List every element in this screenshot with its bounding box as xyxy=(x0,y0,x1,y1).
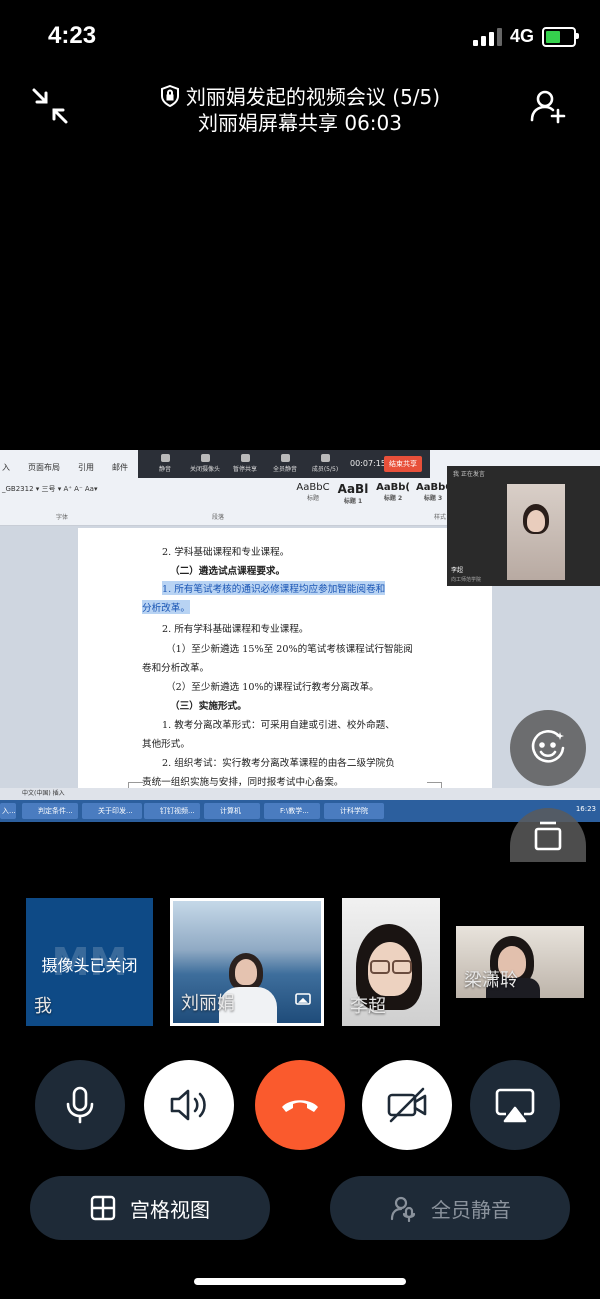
mic-button[interactable] xyxy=(35,1060,125,1150)
share-toolbar-item: 暂停共享 xyxy=(230,454,260,473)
style-item: AaBbC 标题 xyxy=(296,482,330,502)
home-indicator[interactable] xyxy=(194,1278,406,1285)
taskbar-item: 计科学院 xyxy=(324,803,384,819)
ribbon-tab: 入 xyxy=(2,463,10,472)
speaker-icon xyxy=(170,1089,206,1121)
doc-line: 卷和分析改革。 xyxy=(142,663,210,674)
participant-name: 我 xyxy=(34,996,52,1017)
smile-icon xyxy=(531,730,565,763)
doc-line: 其他形式。 xyxy=(142,739,190,750)
stop-share-button: 结束共享 xyxy=(384,456,422,472)
share-toolbar-item: 关闭摄像头 xyxy=(190,454,220,473)
airplay-icon xyxy=(495,1088,535,1123)
doc-line: 1. 所有笔试考核的通识必修课程均应参加智能阅卷和 xyxy=(162,581,386,595)
taskbar-item: 判定条件... xyxy=(22,803,78,819)
doc-line: 2. 组织考试：实行教考分离改革课程的由各二级学院负 xyxy=(162,758,395,769)
pip-name: 李超 xyxy=(451,567,464,574)
ribbon-tab: 引用 xyxy=(78,463,94,472)
hangup-icon xyxy=(282,1100,318,1112)
doc-line: （三）实施形式。 xyxy=(170,701,247,712)
participant-tile-liang[interactable]: 梁潇聆 xyxy=(456,926,584,998)
share-status: 刘丽娟屏幕共享 06:03 xyxy=(198,111,402,135)
doc-line: 2. 所有学科基础课程和专业课程。 xyxy=(162,624,309,635)
signal-icon xyxy=(472,27,502,46)
taskbar-clock: 16:23 xyxy=(575,805,596,813)
add-member-icon[interactable] xyxy=(528,86,568,126)
group-label: 段落 xyxy=(212,514,225,521)
grid-view-button[interactable]: 宫格视图 xyxy=(30,1176,270,1240)
share-toolbar-item: 静音 xyxy=(150,454,180,473)
status-bar: 4:23 4G xyxy=(0,0,600,70)
grid-view-label: 宫格视图 xyxy=(130,1197,210,1222)
camera-off-button[interactable] xyxy=(362,1060,452,1150)
grid-icon xyxy=(90,1195,116,1221)
meeting-title-text: 刘丽娟发起的视频会议 (5/5) xyxy=(185,85,441,109)
participant-tile-li[interactable]: 李超 xyxy=(342,898,440,1026)
doc-line: （二）遴选试点课程要求。 xyxy=(170,566,286,577)
pip-video xyxy=(507,484,565,580)
battery-icon xyxy=(542,26,579,47)
taskbar-item: 关于印发... xyxy=(82,803,142,819)
meeting-share-toolbar: 静音 关闭摄像头 暂停共享 全员静音 成员(5/5) 00:07:15 结束共享 xyxy=(138,450,430,478)
share-timer: 00:07:15 xyxy=(350,459,386,468)
emoji-reaction-button[interactable] xyxy=(510,710,586,786)
style-item: AaBb(标题 2 xyxy=(376,482,410,502)
taskbar-item: F:\教学... xyxy=(264,803,320,819)
hangup-button[interactable] xyxy=(255,1060,345,1150)
shield-lock-icon xyxy=(160,84,180,113)
doc-line: 2. 学科基础课程和专业课程。 xyxy=(162,547,290,558)
taskbar-item: 计算机 xyxy=(204,803,260,819)
style-item: AaBbC 标题 3 xyxy=(416,482,453,502)
doc-line: 1. 教考分离改革形式：可采用自建或引进、校外命题、 xyxy=(162,720,395,731)
participant-name: 李超 xyxy=(350,996,386,1017)
pip-org: 向工师范学院 xyxy=(451,577,482,583)
ribbon-tab: 邮件 xyxy=(112,463,128,472)
ribbon-tab: 页面布局 xyxy=(28,463,60,472)
shared-screen[interactable]: 入 页面布局 引用 邮件 审阅 静音 关闭摄像头 暂停共享 全员静音 成员(5/… xyxy=(0,450,600,822)
speaker-button[interactable] xyxy=(144,1060,234,1150)
doc-line: 责统一组织实施与安排，同时报考试中心备案。 xyxy=(142,777,344,788)
network-type: 4G xyxy=(509,26,534,46)
style-item: AaBl 标题 1 xyxy=(337,482,369,505)
style-gallery: AaBbC 标题 AaBl 标题 1 AaBb(标题 2 AaBbC 标题 3 xyxy=(296,482,453,505)
pip-bar: 我 正在发言 xyxy=(453,471,485,478)
screen-share-button[interactable] xyxy=(470,1060,560,1150)
participant-name: 梁潇聆 xyxy=(464,970,518,991)
document-page: 2. 学科基础课程和专业课程。 （二）遴选试点课程要求。 1. 所有笔试考核的通… xyxy=(78,528,492,797)
group-label: 字体 xyxy=(56,514,69,521)
taskbar-item: 入... xyxy=(0,803,16,819)
participant-name: 刘丽娟 xyxy=(181,993,235,1014)
windows-taskbar: 入... 判定条件... 关于印发... 钉钉视频... 计算机 F:\教学..… xyxy=(0,800,600,822)
participant-tile-liu[interactable]: 刘丽娟 xyxy=(170,898,324,1026)
word-status-line: 中文(中国) 插入 xyxy=(0,788,600,800)
doc-line: （2）至少新遴选 10%的课程试行教考分离改革。 xyxy=(166,682,379,693)
share-toolbar-item: 全员静音 xyxy=(270,454,300,473)
group-label: 样式 xyxy=(434,514,447,521)
status-time: 4:23 xyxy=(48,22,97,49)
mute-all-button[interactable]: 全员静音 xyxy=(330,1176,570,1240)
speaker-pip: 我 正在发言 李超 向工师范学院 xyxy=(447,466,600,586)
camera-off-icon xyxy=(387,1087,427,1123)
participant-tile-me[interactable]: MM 摄像头已关闭 我 xyxy=(26,898,153,1026)
share-toolbar-item: 成员(5/5) xyxy=(310,454,340,473)
doc-line: 分析改革。 xyxy=(142,600,190,614)
doc-line: （1）至少新遴选 15%至 20%的笔试考核课程试行智能阅 xyxy=(166,644,413,655)
screen-rotate-icon xyxy=(534,821,562,851)
meeting-title: 刘丽娟发起的视频会议 (5/5) xyxy=(0,84,600,113)
taskbar-item: 钉钉视频... xyxy=(144,803,200,819)
font-row: _GB2312 ▾ 三号 ▾ A⁺ A⁻ Aa▾ xyxy=(2,485,98,493)
mute-all-icon xyxy=(390,1196,416,1222)
camera-off-text: 摄像头已关闭 xyxy=(41,956,138,975)
screen-sharing-icon xyxy=(295,992,311,1011)
mute-all-label: 全员静音 xyxy=(431,1197,511,1222)
microphone-icon xyxy=(66,1086,94,1124)
